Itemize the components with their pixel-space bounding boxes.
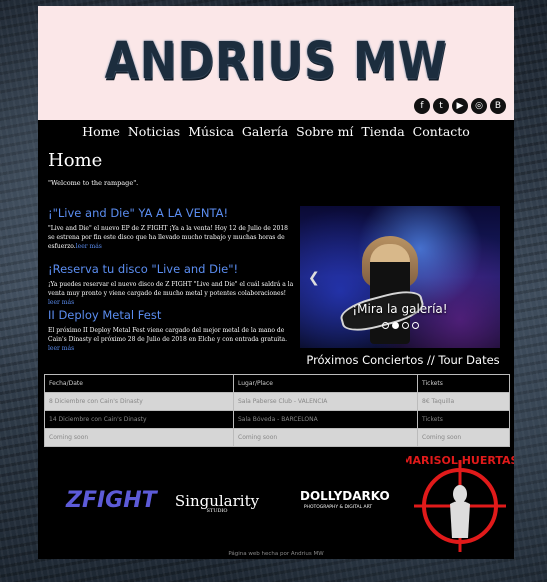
nav-item-tienda[interactable]: Tienda: [361, 124, 404, 139]
nav-item-galeria[interactable]: Galería: [242, 124, 288, 139]
zfight-logo-text: ZFIGHT: [66, 488, 157, 513]
table-row: 14 Diciembre con Cain's Dinasty Sala Bóv…: [44, 410, 510, 429]
table-cell: 8 Diciembre con Cain's Dinasty: [44, 392, 234, 411]
welcome-text: "Welcome to the rampage".: [48, 179, 139, 187]
table-cell: 8€ Taquilla: [417, 392, 510, 411]
carousel-dot[interactable]: [412, 322, 419, 329]
carousel-caption[interactable]: ¡Mira la galería!: [300, 302, 500, 316]
gallery-carousel[interactable]: ❮ ¡Mira la galería!: [300, 206, 500, 348]
table-row: 8 Diciembre con Cain's Dinasty Sala Pabe…: [44, 392, 510, 411]
nav-item-sobre-mi[interactable]: Sobre mí: [296, 124, 353, 139]
table-cell: 14 Diciembre con Cain's Dinasty: [44, 410, 234, 429]
news-item: ¡"Live and Die" YA A LA VENTA! "Live and…: [48, 206, 296, 251]
nav-item-home[interactable]: Home: [82, 124, 120, 139]
news-body: ¡Ya puedes reservar el nuevo disco de Z …: [48, 281, 294, 297]
table-cell: Coming soon: [44, 428, 234, 447]
carousel-indicators: [382, 322, 419, 329]
page-title: Home: [48, 150, 103, 171]
table-cell: Sala Bóveda - BARCELONA: [233, 410, 418, 429]
carousel-dot[interactable]: [402, 322, 409, 329]
table-cell: Coming soon: [417, 428, 510, 447]
marisol-huertas-logo[interactable]: MARISOL HUERTAS: [402, 452, 518, 560]
read-more-link[interactable]: leer más: [48, 299, 74, 306]
carousel-dot[interactable]: [382, 322, 389, 329]
news-item: ¡Reserva tu disco "Live and Die"! ¡Ya pu…: [48, 262, 296, 307]
marisol-huertas-text: MARISOL HUERTAS: [406, 454, 514, 467]
news-title[interactable]: II Deploy Metal Fest: [48, 308, 296, 322]
main-nav: Home Noticias Música Galería Sobre mí Ti…: [38, 124, 514, 139]
table-header: Tickets: [417, 374, 510, 393]
news-title[interactable]: ¡"Live and Die" YA A LA VENTA!: [48, 206, 296, 220]
footer-credit: Página web hecha por Andrius MW: [228, 551, 324, 557]
table-cell: Coming soon: [233, 428, 418, 447]
instagram-icon[interactable]: ◎: [471, 98, 487, 114]
twitter-icon[interactable]: t: [433, 98, 449, 114]
news-text: ¡Ya puedes reservar el nuevo disco de Z …: [48, 280, 296, 307]
news-text: El próximo II Deploy Metal Fest viene ca…: [48, 326, 296, 353]
dollydarko-logo[interactable]: DOLLYDARKO PHOTOGRAPHY & DIGITAL ART: [300, 489, 390, 510]
tour-table: Fecha/Date Lugar/Place Tickets 8 Diciemb…: [44, 374, 510, 447]
youtube-icon[interactable]: ▶: [452, 98, 468, 114]
facebook-icon[interactable]: f: [414, 98, 430, 114]
dollydarko-logo-sub: PHOTOGRAPHY & DIGITAL ART: [303, 505, 373, 510]
site-logo[interactable]: ANDRIUS MW: [38, 32, 514, 91]
singularity-logo[interactable]: Singularity STUDIO: [172, 492, 262, 514]
news-title[interactable]: ¡Reserva tu disco "Live and Die"!: [48, 262, 296, 276]
page-container: ANDRIUS MW f t ▶ ◎ B Home Noticias Músic…: [38, 6, 518, 560]
zfight-logo[interactable]: ZFIGHT: [66, 488, 157, 528]
blogger-icon[interactable]: B: [490, 98, 506, 114]
news-text: "Live and Die" el nuevo EP de Z FIGHT ¡Y…: [48, 224, 296, 251]
nav-item-contacto[interactable]: Contacto: [413, 124, 470, 139]
news-body: El próximo II Deploy Metal Fest viene ca…: [48, 327, 288, 343]
table-header: Fecha/Date: [44, 374, 234, 393]
social-links: f t ▶ ◎ B: [414, 98, 506, 114]
dollydarko-logo-text: DOLLYDARKO: [300, 489, 390, 503]
table-header: Lugar/Place: [233, 374, 418, 393]
nav-item-noticias[interactable]: Noticias: [128, 124, 180, 139]
tour-title: Próximos Conciertos // Tour Dates: [306, 353, 500, 367]
table-cell: Sala Paberse Club - VALENCIA: [233, 392, 418, 411]
nav-item-musica[interactable]: Música: [188, 124, 234, 139]
read-more-link[interactable]: leer más: [48, 345, 74, 352]
carousel-prev-icon[interactable]: ❮: [308, 270, 320, 286]
read-more-link[interactable]: leer más: [76, 243, 102, 250]
table-header-row: Fecha/Date Lugar/Place Tickets: [44, 374, 510, 393]
site-header: ANDRIUS MW f t ▶ ◎ B: [38, 6, 514, 120]
news-item: II Deploy Metal Fest El próximo II Deplo…: [48, 308, 296, 353]
marisol-huertas-emblem: MARISOL HUERTAS: [402, 454, 518, 552]
table-row: Coming soon Coming soon Coming soon: [44, 428, 510, 447]
carousel-dot[interactable]: [392, 322, 399, 329]
tickets-link[interactable]: Tickets: [417, 410, 510, 429]
